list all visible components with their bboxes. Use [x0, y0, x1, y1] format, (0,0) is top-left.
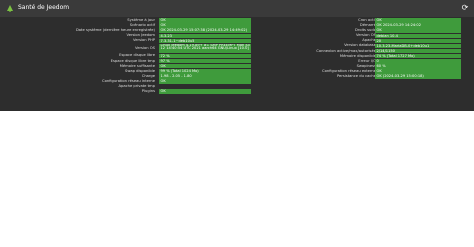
health-row: Plugins OK	[0, 89, 251, 94]
refresh-icon[interactable]: ⟳	[460, 3, 470, 13]
health-value: OK (2024-03-29 15:00:18)	[375, 74, 461, 79]
page-title: Santé de Jeedom	[18, 4, 70, 11]
health-value: OK	[159, 89, 251, 94]
health-label: Plugins	[141, 89, 155, 94]
health-row: Version OS Linux Jeedom 4.19.89+ #1 SMP P…	[0, 43, 251, 54]
health-label: Version OS	[135, 46, 155, 51]
jeedom-leaf-icon	[7, 5, 13, 12]
health-label: Persistance du cache	[336, 74, 376, 79]
page-header: Santé de Jeedom ⟳	[0, 0, 474, 18]
right-column: Cron actif OK Démarré OK 2024-03-29 14:24:0…	[237, 18, 474, 79]
health-row: Persistance du cache OK (2024-03-29 15:00…	[237, 74, 474, 79]
health-panel: Système à jour OK Scénario actif OK Date sys…	[0, 17, 474, 111]
left-column: Système à jour OK Scénario actif OK Date sys…	[0, 18, 251, 94]
